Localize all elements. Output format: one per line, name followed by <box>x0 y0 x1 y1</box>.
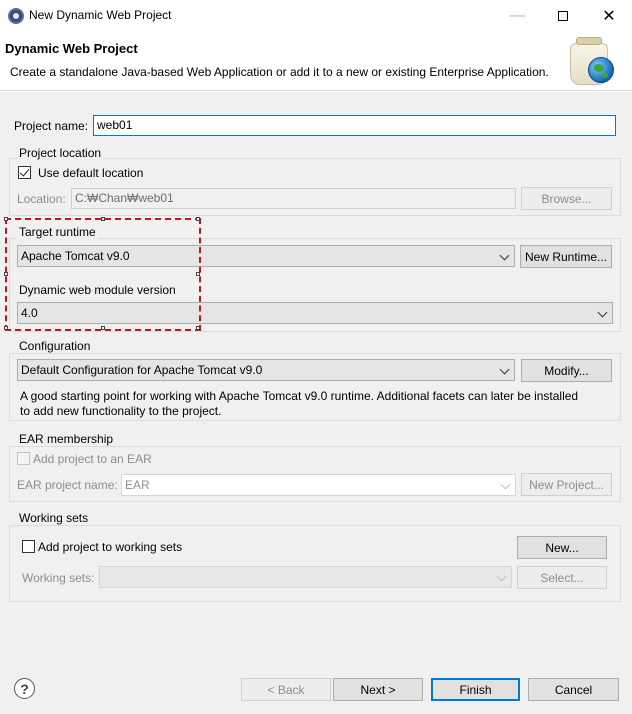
ear-membership-label: EAR membership <box>17 432 116 446</box>
chevron-down-icon <box>499 250 510 261</box>
configuration-description-line1: A good starting point for working with A… <box>20 389 579 403</box>
add-to-ear-label: Add project to an EAR <box>33 452 152 466</box>
browse-button[interactable]: Browse... <box>521 187 612 210</box>
highlight-handle <box>101 326 105 330</box>
wizard-banner: Dynamic Web Project Create a standalone … <box>0 31 632 91</box>
close-icon: ✕ <box>602 7 616 25</box>
ear-project-name-value: EAR <box>125 478 150 492</box>
minimize-button[interactable]: — <box>494 0 540 31</box>
minimize-icon: — <box>509 6 525 24</box>
new-runtime-button[interactable]: New Runtime... <box>520 245 612 268</box>
chevron-down-icon <box>597 307 608 318</box>
highlight-handle <box>4 326 8 330</box>
wizard-button-bar: ? < Back Next > Finish Cancel <box>0 662 632 714</box>
highlight-handle <box>4 272 8 276</box>
ear-project-name-select[interactable]: EAR <box>121 474 516 496</box>
configuration-value: Default Configuration for Apache Tomcat … <box>21 363 263 377</box>
window-titlebar: New Dynamic Web Project — ✕ <box>0 0 632 31</box>
new-ear-project-button[interactable]: New Project... <box>521 473 612 496</box>
location-input[interactable]: C:₩Chan₩web01 <box>71 188 516 209</box>
project-name-input[interactable]: web01 <box>93 115 616 136</box>
close-button[interactable]: ✕ <box>586 0 632 31</box>
working-sets-label: Working sets <box>17 511 91 525</box>
maximize-icon <box>558 10 568 21</box>
project-location-label: Project location <box>17 146 104 160</box>
eclipse-icon <box>8 8 24 24</box>
configuration-label: Configuration <box>17 339 93 353</box>
add-to-ear-checkbox[interactable] <box>17 452 30 465</box>
cancel-button[interactable]: Cancel <box>528 678 619 701</box>
finish-button[interactable]: Finish <box>431 678 520 701</box>
window-title: New Dynamic Web Project <box>29 8 172 22</box>
add-to-working-sets-checkbox[interactable] <box>22 540 35 553</box>
maximize-button[interactable] <box>540 0 586 31</box>
modify-button[interactable]: Modify... <box>521 359 612 382</box>
jar-globe-icon <box>568 35 618 87</box>
chevron-down-icon <box>500 479 511 490</box>
help-icon[interactable]: ? <box>14 678 35 699</box>
highlight-handle <box>196 326 200 330</box>
highlight-handle <box>101 217 105 221</box>
add-to-working-sets-label: Add project to working sets <box>38 540 183 554</box>
use-default-location-label: Use default location <box>38 166 144 180</box>
working-sets-select[interactable] <box>99 566 512 588</box>
highlight-box <box>4 217 201 331</box>
highlight-handle <box>4 217 8 221</box>
back-button[interactable]: < Back <box>241 678 331 701</box>
configuration-description-line2: to add new functionality to the project. <box>20 404 222 418</box>
chevron-down-icon <box>499 364 510 375</box>
next-button[interactable]: Next > <box>333 678 423 701</box>
select-working-sets-button[interactable]: Select... <box>517 566 607 589</box>
use-default-location-checkbox[interactable] <box>18 166 31 179</box>
location-label: Location: <box>17 192 66 206</box>
project-name-label: Project name: <box>14 119 89 133</box>
working-sets-select-label: Working sets: <box>22 571 95 585</box>
wizard-page: Project name: web01 Project location Use… <box>0 92 632 662</box>
highlight-handle <box>196 272 200 276</box>
ear-project-name-label: EAR project name: <box>17 478 118 492</box>
checkmark-icon <box>19 166 30 177</box>
chevron-down-icon <box>496 571 507 582</box>
wizard-description: Create a standalone Java-based Web Appli… <box>10 65 549 79</box>
highlight-handle <box>196 217 200 221</box>
wizard-title: Dynamic Web Project <box>5 41 138 56</box>
configuration-select[interactable]: Default Configuration for Apache Tomcat … <box>17 359 515 381</box>
new-working-set-button[interactable]: New... <box>517 536 607 559</box>
